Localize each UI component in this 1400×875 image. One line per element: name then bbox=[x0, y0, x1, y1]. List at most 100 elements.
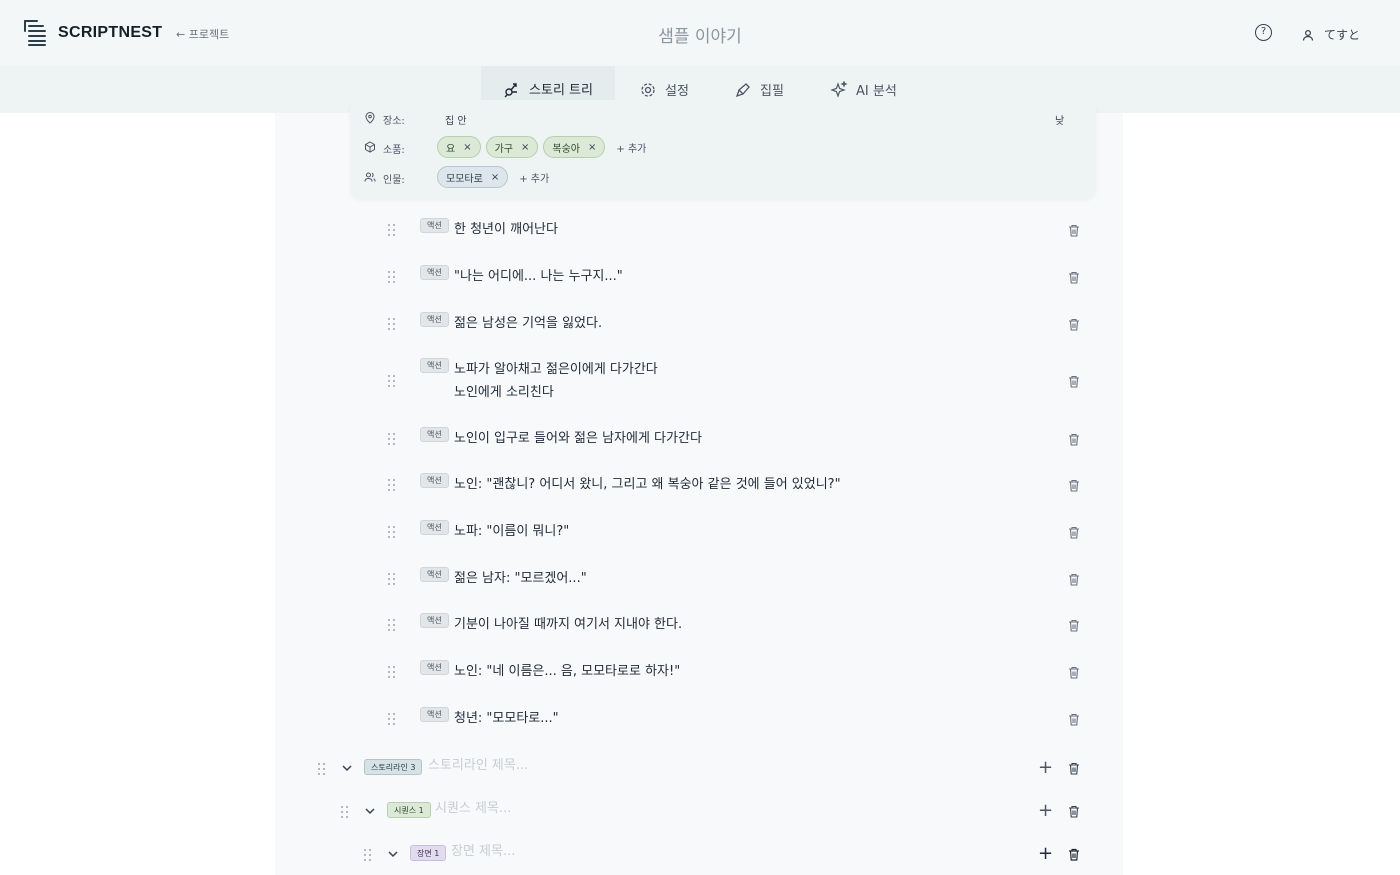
drag-handle-icon[interactable] bbox=[388, 317, 396, 330]
line-type-badge[interactable]: 액션 bbox=[420, 660, 449, 675]
tab-label: 스토리 트리 bbox=[529, 83, 593, 98]
drag-handle-icon[interactable] bbox=[388, 432, 396, 445]
line-text[interactable]: 젊은 남자: "모르겠어..." bbox=[454, 567, 587, 590]
location-pin-icon bbox=[365, 112, 375, 124]
drag-handle-icon[interactable] bbox=[388, 375, 396, 387]
prop-chip[interactable]: 요 × bbox=[437, 136, 481, 158]
drag-handle-icon[interactable] bbox=[388, 478, 396, 491]
script-line: 액션 청년: "모모타로..." bbox=[380, 707, 1100, 730]
line-text[interactable]: 기분이 나아질 때까지 여기서 지내야 한다. bbox=[454, 613, 682, 636]
line-type-badge[interactable]: 액션 bbox=[420, 707, 449, 722]
line-text[interactable]: 젊은 남성은 기억을 잃었다. bbox=[454, 312, 602, 335]
chevron-down-icon[interactable] bbox=[364, 805, 376, 817]
storyline-badge: 스토리라인 3 bbox=[364, 759, 423, 775]
trash-icon[interactable] bbox=[1068, 573, 1080, 586]
drag-handle-icon[interactable] bbox=[318, 763, 326, 775]
prop-chip[interactable]: 복숭아 × bbox=[543, 136, 606, 158]
sparkle-icon bbox=[830, 80, 848, 98]
story-tree-icon bbox=[504, 82, 518, 97]
chevron-down-icon[interactable] bbox=[341, 762, 353, 774]
line-text[interactable]: "나는 어디에... 나는 누구지..." bbox=[454, 265, 623, 288]
line-text[interactable]: 노인: "괜찮니? 어디서 왔니, 그리고 왜 복숭아 같은 것에 들어 있었니… bbox=[454, 473, 841, 496]
add-sequence-button[interactable]: + bbox=[1038, 759, 1053, 777]
trash-icon[interactable] bbox=[1068, 224, 1080, 237]
drag-handle-icon[interactable] bbox=[388, 525, 396, 538]
user-menu[interactable]: てすと bbox=[1302, 26, 1360, 43]
line-type-badge[interactable]: 액션 bbox=[420, 613, 449, 628]
line-type-badge[interactable]: 액션 bbox=[420, 427, 449, 442]
remove-icon[interactable]: × bbox=[463, 142, 471, 153]
add-scene-button[interactable]: + bbox=[1038, 802, 1053, 820]
character-chip[interactable]: 모모타로 × bbox=[437, 166, 509, 188]
trash-icon[interactable] bbox=[1068, 479, 1080, 492]
script-line: 액션 젊은 남자: "모르겠어..." bbox=[380, 567, 1100, 590]
line-text[interactable]: 노인이 입구로 들어와 젊은 남자에게 다가간다 bbox=[454, 427, 702, 450]
chip-label: 모모타로 bbox=[446, 173, 483, 185]
line-type-badge[interactable]: 액션 bbox=[420, 218, 449, 233]
line-type-badge[interactable]: 액션 bbox=[420, 520, 449, 535]
line-type-badge[interactable]: 액션 bbox=[420, 265, 449, 280]
trash-icon[interactable] bbox=[1068, 713, 1080, 726]
storyline-title-input[interactable] bbox=[428, 758, 828, 773]
chevron-down-icon[interactable] bbox=[387, 848, 399, 860]
time-of-day-value[interactable]: 낮 bbox=[1055, 112, 1064, 127]
scene-title-input[interactable] bbox=[451, 844, 851, 859]
top-header: SCRIPTNEST ← 프로젝트 샘플 이야기 ? てすと bbox=[0, 0, 1400, 66]
drag-handle-icon[interactable] bbox=[388, 223, 396, 236]
trash-icon[interactable] bbox=[1068, 318, 1080, 331]
back-to-projects-link[interactable]: ← 프로젝트 bbox=[176, 26, 229, 42]
app-name: SCRIPTNEST bbox=[58, 24, 163, 41]
trash-icon[interactable] bbox=[1068, 666, 1080, 679]
remove-icon[interactable]: × bbox=[521, 142, 529, 153]
sequence-title-input[interactable] bbox=[435, 801, 835, 816]
storyline-row: 스토리라인 3 + bbox=[310, 756, 1100, 780]
drag-handle-icon[interactable] bbox=[341, 806, 349, 818]
props-chip-list: 요 × 가구 × 복숭아 × + 추가 bbox=[437, 136, 646, 158]
drag-handle-icon[interactable] bbox=[388, 270, 396, 283]
line-text[interactable]: 청년: "모모타로..." bbox=[454, 707, 559, 730]
chip-label: 복숭아 bbox=[552, 143, 580, 155]
app-logo[interactable]: SCRIPTNEST bbox=[24, 20, 162, 46]
script-line: 액션 노인: "네 이름은... 음, 모모타로로 하자!" bbox=[380, 660, 1100, 683]
logo-icon bbox=[24, 20, 48, 46]
line-type-badge[interactable]: 액션 bbox=[420, 358, 449, 373]
remove-icon[interactable]: × bbox=[588, 142, 596, 153]
trash-icon[interactable] bbox=[1068, 848, 1080, 861]
remove-icon[interactable]: × bbox=[491, 172, 499, 183]
drag-handle-icon[interactable] bbox=[388, 665, 396, 678]
sequence-row: 시퀀스 1 + bbox=[333, 799, 1100, 823]
drag-handle-icon[interactable] bbox=[388, 572, 396, 585]
user-icon bbox=[1302, 29, 1314, 41]
line-type-badge[interactable]: 액션 bbox=[420, 567, 449, 582]
drag-handle-icon[interactable] bbox=[364, 849, 372, 861]
line-text-continued[interactable]: 노인에게 소리친다 bbox=[454, 381, 554, 404]
drag-handle-icon[interactable] bbox=[388, 618, 396, 631]
gear-icon bbox=[641, 82, 655, 97]
script-line: 액션 젊은 남성은 기억을 잃었다. bbox=[380, 312, 1100, 335]
line-type-badge[interactable]: 액션 bbox=[420, 312, 449, 327]
trash-icon[interactable] bbox=[1068, 375, 1080, 388]
line-text[interactable]: 노파: "이름이 뭐니?" bbox=[454, 520, 569, 543]
trash-icon[interactable] bbox=[1068, 805, 1080, 818]
script-line: 액션 한 청년이 깨어난다 bbox=[380, 218, 1100, 241]
line-text[interactable]: 노파가 알아채고 젊은이에게 다가간다 bbox=[454, 358, 658, 381]
script-line: 액션 기분이 나아질 때까지 여기서 지내야 한다. bbox=[380, 613, 1100, 636]
sequence-badge: 시퀀스 1 bbox=[387, 802, 431, 818]
add-line-button[interactable]: + bbox=[1038, 845, 1053, 863]
trash-icon[interactable] bbox=[1068, 526, 1080, 539]
props-label: 소품: bbox=[383, 145, 405, 156]
line-text[interactable]: 노인: "네 이름은... 음, 모모타로로 하자!" bbox=[454, 660, 680, 683]
help-icon[interactable]: ? bbox=[1255, 24, 1272, 41]
trash-icon[interactable] bbox=[1068, 433, 1080, 446]
trash-icon[interactable] bbox=[1068, 762, 1080, 775]
trash-icon[interactable] bbox=[1068, 271, 1080, 284]
chip-label: 가구 bbox=[494, 143, 513, 155]
trash-icon[interactable] bbox=[1068, 619, 1080, 632]
add-character-button[interactable]: + 추가 bbox=[519, 170, 549, 185]
drag-handle-icon[interactable] bbox=[388, 712, 396, 725]
add-prop-button[interactable]: + 추가 bbox=[616, 140, 646, 155]
line-type-badge[interactable]: 액션 bbox=[420, 473, 449, 488]
prop-chip[interactable]: 가구 × bbox=[485, 136, 539, 158]
location-value[interactable]: 집 안 bbox=[445, 112, 467, 127]
line-text[interactable]: 한 청년이 깨어난다 bbox=[454, 218, 558, 241]
